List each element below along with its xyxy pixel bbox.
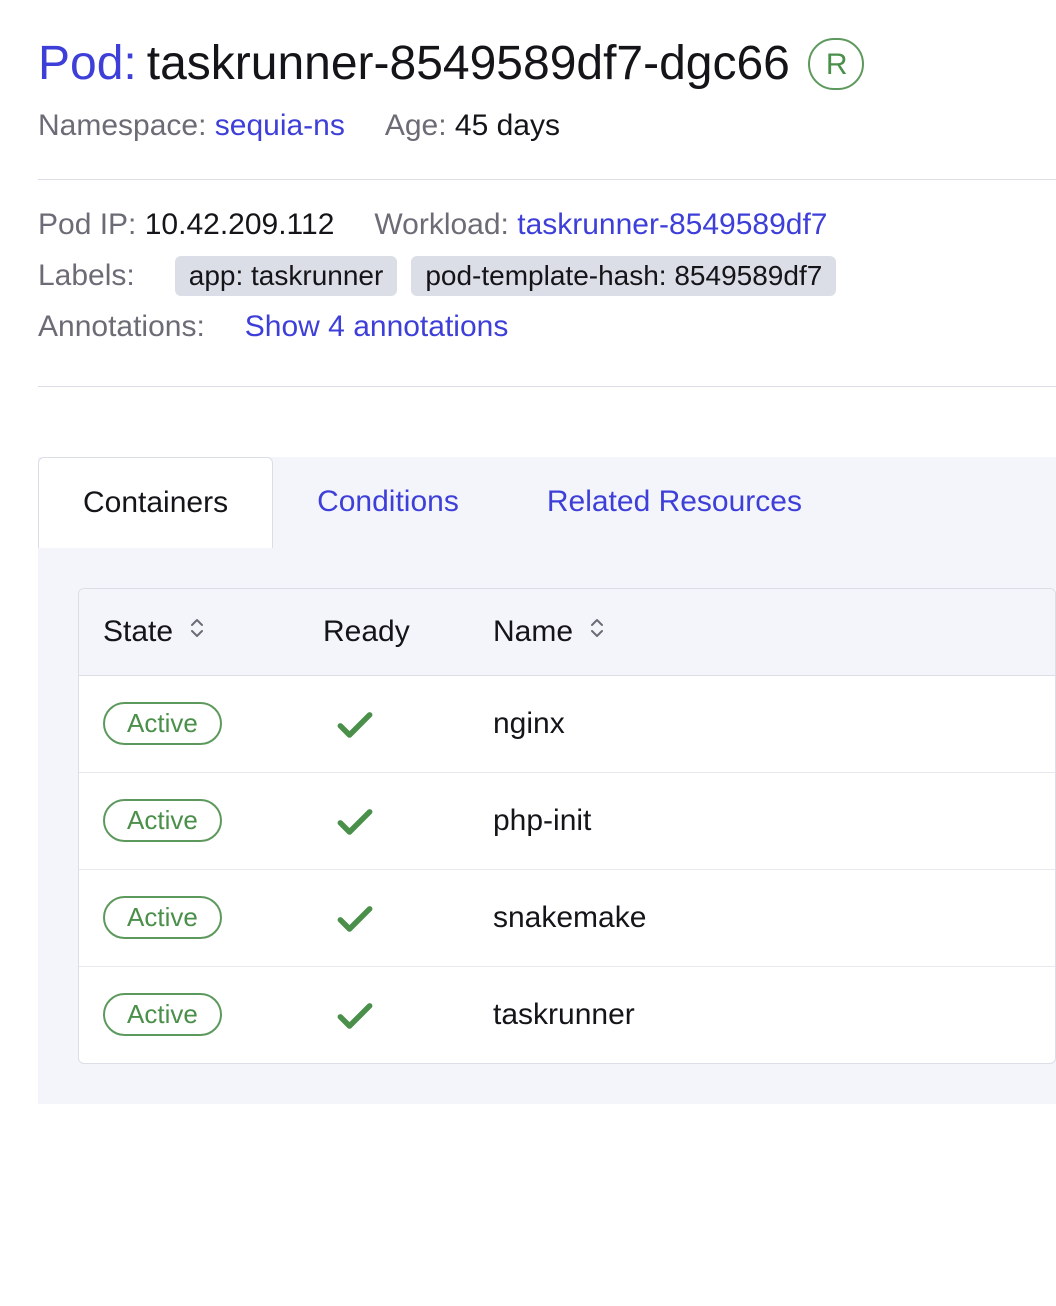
table-row[interactable]: Active php-init [79, 772, 1055, 869]
annotations-label: Annotations: [38, 310, 205, 344]
namespace-link[interactable]: sequia-ns [215, 109, 345, 142]
check-icon [333, 896, 445, 940]
podip-label: Pod IP: [38, 208, 136, 241]
workload-link[interactable]: taskrunner-8549589df7 [517, 208, 827, 241]
containers-table: State Ready Name [78, 588, 1056, 1064]
tab-related-resources[interactable]: Related Resources [503, 457, 846, 548]
container-name: taskrunner [469, 966, 1055, 1063]
namespace-label: Namespace: [38, 109, 206, 142]
container-name: nginx [469, 675, 1055, 772]
label-chip: app: taskrunner [175, 256, 398, 296]
check-icon [333, 993, 445, 1037]
divider [38, 386, 1056, 387]
table-row[interactable]: Active nginx [79, 675, 1055, 772]
container-name: php-init [469, 772, 1055, 869]
container-name: snakemake [469, 869, 1055, 966]
state-badge: Active [103, 799, 222, 842]
state-badge: Active [103, 993, 222, 1036]
age-group: Age: 45 days [385, 109, 560, 143]
tab-containers[interactable]: Containers [38, 457, 273, 548]
col-header-state-label: State [103, 615, 173, 648]
tabs-area: Containers Conditions Related Resources … [38, 457, 1056, 1104]
col-header-name[interactable]: Name [469, 589, 1055, 676]
sort-icon [589, 617, 605, 639]
age-value: 45 days [455, 109, 560, 142]
label-chips: app: taskrunner pod-template-hash: 85495… [175, 256, 837, 296]
labels-label: Labels: [38, 259, 135, 293]
workload-group: Workload: taskrunner-8549589df7 [374, 208, 827, 242]
podip-value: 10.42.209.112 [145, 208, 335, 241]
meta-line: Namespace: sequia-ns Age: 45 days [38, 109, 1056, 143]
status-badge: R [808, 38, 864, 90]
table-row[interactable]: Active snakemake [79, 869, 1055, 966]
table-row[interactable]: Active taskrunner [79, 966, 1055, 1063]
sort-icon [189, 617, 205, 639]
annotations-toggle[interactable]: Show 4 annotations [245, 310, 509, 344]
page-title: Pod: taskrunner-8549589df7-dgc66 R [38, 38, 1056, 91]
pod-name: taskrunner-8549589df7-dgc66 [147, 38, 790, 91]
namespace-group: Namespace: sequia-ns [38, 109, 345, 143]
tabs: Containers Conditions Related Resources [38, 457, 1056, 548]
age-label: Age: [385, 109, 447, 142]
label-chip: pod-template-hash: 8549589df7 [411, 256, 836, 296]
col-header-name-label: Name [493, 615, 573, 648]
podip-group: Pod IP: 10.42.209.112 [38, 208, 334, 242]
workload-label: Workload: [374, 208, 509, 241]
details-block: Pod IP: 10.42.209.112 Workload: taskrunn… [38, 180, 1056, 386]
col-header-state[interactable]: State [79, 589, 299, 676]
check-icon [333, 702, 445, 746]
col-header-ready[interactable]: Ready [299, 589, 469, 676]
tab-conditions[interactable]: Conditions [273, 457, 503, 548]
state-badge: Active [103, 702, 222, 745]
title-prefix: Pod: [38, 38, 137, 91]
check-icon [333, 799, 445, 843]
col-header-ready-label: Ready [323, 615, 410, 648]
state-badge: Active [103, 896, 222, 939]
